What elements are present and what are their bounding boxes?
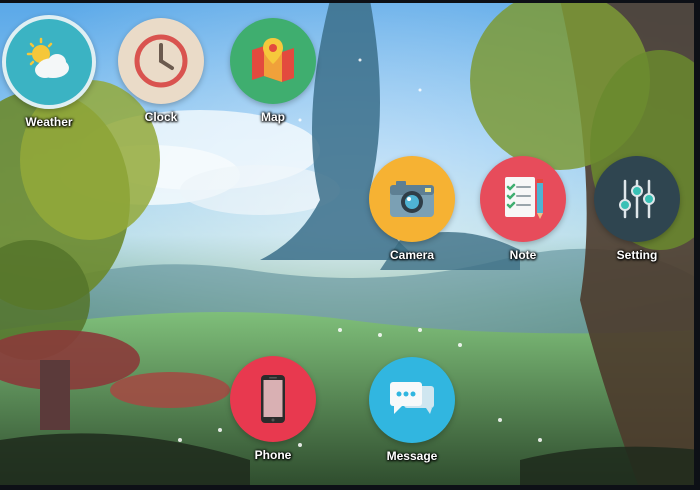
app-message-circle[interactable] xyxy=(369,357,455,443)
app-setting-circle[interactable] xyxy=(594,156,680,242)
right-border xyxy=(694,0,700,490)
message-icon xyxy=(390,382,434,414)
setting-icon xyxy=(619,179,655,219)
app-message[interactable]: Message xyxy=(357,357,467,487)
app-phone[interactable]: Phone xyxy=(218,356,328,486)
app-map[interactable]: Map xyxy=(218,18,328,148)
map-icon xyxy=(252,38,294,82)
app-weather-label: Weather xyxy=(25,115,73,129)
app-map-label: Map xyxy=(261,110,285,124)
app-message-label: Message xyxy=(386,449,438,463)
clock-icon xyxy=(134,34,188,88)
camera-icon xyxy=(390,181,434,217)
app-setting-label: Setting xyxy=(616,248,658,262)
note-icon xyxy=(505,177,543,219)
app-weather-circle[interactable] xyxy=(2,15,96,109)
app-weather[interactable]: Weather xyxy=(0,15,104,145)
app-note[interactable]: Note xyxy=(468,156,578,286)
app-setting[interactable]: Setting xyxy=(582,156,692,286)
app-note-circle[interactable] xyxy=(480,156,566,242)
home-screen: Weather Clock Map Camera Note Setting Ph… xyxy=(0,0,700,490)
app-phone-circle[interactable] xyxy=(230,356,316,442)
bottom-border xyxy=(0,485,700,490)
phone-icon xyxy=(261,375,285,423)
app-note-label: Note xyxy=(509,248,537,262)
app-phone-label: Phone xyxy=(254,448,292,462)
app-clock-circle[interactable] xyxy=(118,18,204,104)
app-camera[interactable]: Camera xyxy=(357,156,467,286)
app-camera-circle[interactable] xyxy=(369,156,455,242)
app-map-circle[interactable] xyxy=(230,18,316,104)
app-clock[interactable]: Clock xyxy=(106,18,216,148)
weather-icon xyxy=(26,37,69,78)
top-border xyxy=(0,0,700,3)
app-camera-label: Camera xyxy=(389,248,435,262)
app-clock-label: Clock xyxy=(144,110,178,124)
